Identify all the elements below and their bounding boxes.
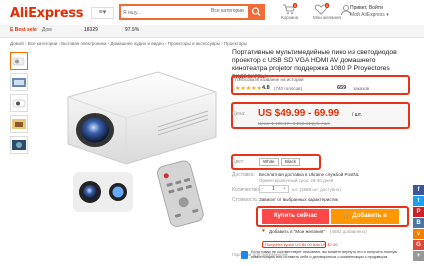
categories-button[interactable]: ≡▾ <box>91 7 114 19</box>
add-to-cart-button[interactable]: 🛒 Добавить в корзину <box>331 209 399 234</box>
plus-button[interactable]: + <box>283 186 286 192</box>
shipping-eta: Ориентировочный срок: 26-40 дней <box>259 178 334 183</box>
price-label: Цена: <box>232 111 246 117</box>
thumbnail-1[interactable] <box>10 52 28 70</box>
thumbnail-2[interactable] <box>10 73 28 91</box>
thumbnail-4[interactable] <box>10 115 28 133</box>
shield-icon <box>241 251 248 259</box>
header: AliExpress ≡▾ Все категории 0 Корзина 0 … <box>0 0 424 25</box>
search-box: Все категории <box>119 4 265 20</box>
twitter-share-icon[interactable]: t <box>413 196 424 206</box>
search-category-select[interactable]: Все категории <box>211 8 244 14</box>
total-label: Стоимость: <box>232 197 259 203</box>
minus-button[interactable]: − <box>261 186 264 192</box>
wishlist-added-count: (4892 добавлено) <box>330 229 367 234</box>
more-share-icon[interactable]: + <box>413 251 424 261</box>
cart-add-icon: 🛒 <box>343 213 351 219</box>
wishlist-heart-icon[interactable]: ♥ <box>262 228 265 234</box>
guarantee-text: Если товар не соответствует описанию, вы… <box>251 250 398 259</box>
store-positive-rate: 97.5% <box>125 27 140 33</box>
quantity-label: Количество: <box>232 187 261 193</box>
rating-stars-icon: ★★★★★ <box>235 86 262 92</box>
account-greeting[interactable]: Привет, Войти <box>350 5 383 11</box>
quantity-value[interactable]: 1 <box>272 186 275 192</box>
breadcrumb[interactable]: Домой › Все категории › Бытовая электрон… <box>10 41 247 46</box>
rating-link[interactable]: Голосовать название на истории <box>235 77 304 82</box>
blogger-share-icon[interactable]: v <box>413 229 424 239</box>
store-name[interactable]: E Best sele <box>10 27 37 33</box>
facebook-share-icon[interactable]: f <box>413 185 424 195</box>
store-bar: E Best sele Дом 18329 97.5% <box>0 25 424 38</box>
store-home-link[interactable]: Дом <box>42 27 52 33</box>
product-main-image[interactable] <box>38 52 224 234</box>
thumbnail-5[interactable] <box>10 136 28 154</box>
search-icon <box>251 7 261 16</box>
orders-count: 659 <box>337 85 347 91</box>
shipping-label: Доставка: <box>232 172 255 178</box>
coupon-label: Получить купон US $4.00 или US $7.00 <box>265 242 338 247</box>
price-rub: Цена: 1 106.17 - 1 563.44 руб. / шт. <box>258 121 331 126</box>
add-to-wishlist-link[interactable]: Добавить в "Мои желания" <box>269 229 325 234</box>
color-option-black[interactable]: Black <box>281 158 301 166</box>
orders-label: заказов <box>353 86 369 91</box>
my-aliexpress-link[interactable]: Мой AliExpress ▾ <box>350 12 389 18</box>
buy-now-button[interactable]: Купить сейчас <box>262 209 329 224</box>
store-followers: 18329 <box>84 27 98 33</box>
search-button[interactable] <box>248 4 265 20</box>
aliexpress-logo[interactable]: AliExpress <box>10 6 84 21</box>
quantity-stepper[interactable]: − 1 + <box>259 185 289 193</box>
vk-share-icon[interactable]: B <box>413 218 424 228</box>
rating-value: 4.8 <box>262 85 270 91</box>
coupon-button[interactable]: Получить купон US $4.00 или US $7.00 <box>262 241 338 248</box>
price-unit: / шт. <box>352 112 362 118</box>
pinterest-share-icon[interactable]: P <box>413 207 424 217</box>
color-label: Цвет: <box>232 159 245 165</box>
rating-votes[interactable]: (740 голосов) <box>274 86 302 91</box>
color-option-white[interactable]: White <box>259 158 279 166</box>
price-value: US $49.99 - 69.99 <box>258 108 340 119</box>
cart-label[interactable]: Корзина <box>281 15 298 20</box>
thumbnail-3[interactable] <box>10 94 28 112</box>
shipping-value[interactable]: Бесплатная доставка в Ukraine службой Po… <box>259 172 409 177</box>
total-value: Зависит от выбранных характеристик <box>259 197 338 202</box>
quantity-available: шт. (2988 шт. доступно) <box>292 187 341 192</box>
google-share-icon[interactable]: G <box>413 240 424 250</box>
search-input[interactable] <box>123 8 209 18</box>
